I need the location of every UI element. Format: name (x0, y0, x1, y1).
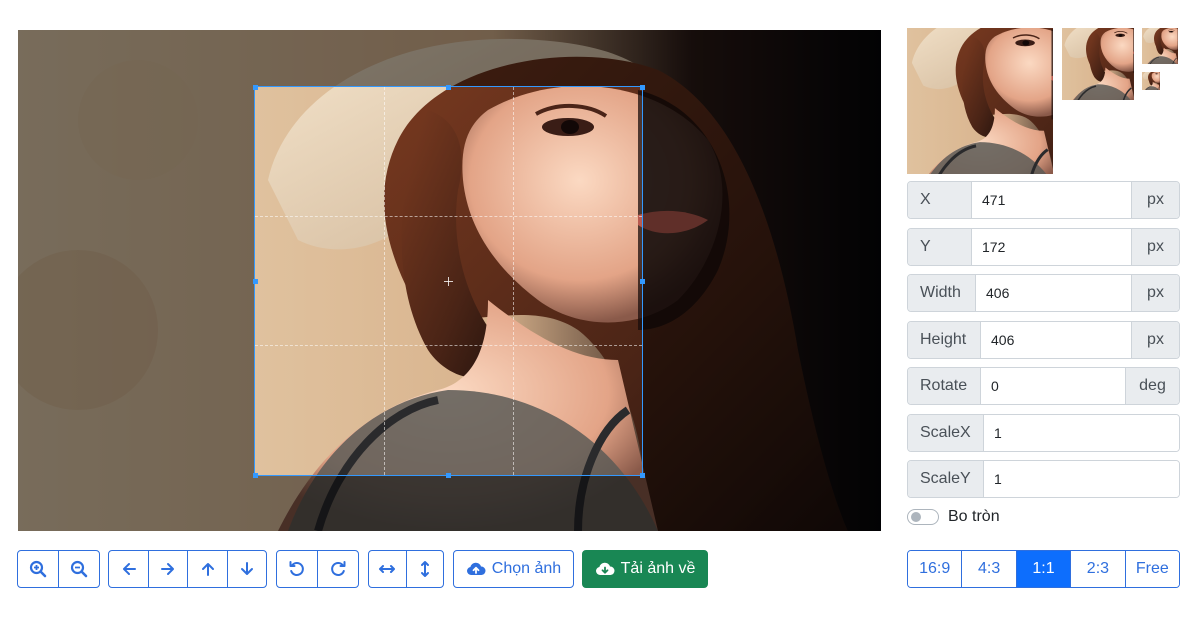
rotate-group (276, 550, 359, 588)
width-label: Width (908, 275, 976, 311)
height-input[interactable]: 406 (981, 322, 1131, 358)
ratio-4-3-button[interactable]: 4:3 (961, 551, 1016, 587)
crop-handle-se[interactable] (640, 473, 645, 478)
rotate-cw-icon (330, 561, 345, 576)
width-input[interactable]: 406 (976, 275, 1131, 311)
rotate-unit: deg (1125, 368, 1179, 404)
crop-handle-w[interactable] (253, 279, 258, 284)
crop-guide-vertical (513, 87, 514, 475)
scaley-input[interactable]: 1 (984, 461, 1179, 497)
arrow-right-icon (161, 563, 175, 575)
flip-vertical-icon (420, 561, 429, 577)
rotate-label: Rotate (908, 368, 981, 404)
y-label: Y (908, 229, 972, 265)
rotate-ccw-icon (289, 561, 304, 576)
zoom-in-icon (29, 560, 47, 578)
flip-group (368, 550, 444, 588)
y-unit: px (1131, 229, 1179, 265)
rotate-right-button[interactable] (317, 551, 357, 587)
x-unit: px (1131, 182, 1179, 218)
preview-large (907, 28, 1053, 174)
ratio-1-1-button[interactable]: 1:1 (1015, 551, 1071, 587)
choose-image-button[interactable]: Chọn ảnh (453, 550, 574, 588)
zoom-group (17, 550, 100, 588)
ratio-2-3-button[interactable]: 2:3 (1070, 551, 1125, 587)
preview-medium (1062, 28, 1134, 100)
arrow-down-icon (240, 562, 253, 575)
scaley-field-group: ScaleY 1 (907, 460, 1180, 498)
move-group (108, 550, 267, 588)
flip-horizontal-icon (379, 565, 396, 573)
height-unit: px (1131, 322, 1179, 358)
zoom-out-icon (70, 560, 87, 578)
crop-center-indicator (444, 277, 453, 286)
flip-horizontal-button[interactable] (369, 551, 406, 587)
zoom-in-button[interactable] (18, 551, 58, 587)
arrow-left-icon (122, 563, 136, 575)
aspect-ratio-group: 16:9 4:3 1:1 2:3 Free (907, 550, 1180, 588)
crop-handle-sw[interactable] (253, 473, 258, 478)
image-cropper-canvas[interactable] (18, 30, 881, 531)
crop-guide-horizontal (255, 216, 642, 217)
cloud-download-icon (595, 562, 615, 575)
y-input[interactable]: 172 (972, 229, 1131, 265)
crop-box[interactable] (254, 86, 643, 476)
rotate-field-group: Rotate 0 deg (907, 367, 1180, 405)
width-field-group: Width 406 px (907, 274, 1180, 312)
move-right-button[interactable] (148, 551, 187, 587)
cloud-upload-icon (466, 562, 486, 575)
rotate-input[interactable]: 0 (981, 368, 1125, 404)
y-field-group: Y 172 px (907, 228, 1180, 266)
ratio-free-button[interactable]: Free (1124, 551, 1179, 587)
crop-handle-n[interactable] (446, 85, 451, 90)
preview-tiny (1142, 72, 1160, 90)
download-image-label: Tải ảnh về (620, 560, 696, 577)
arrow-up-icon (201, 563, 214, 576)
height-field-group: Height 406 px (907, 321, 1180, 359)
move-down-button[interactable] (226, 551, 266, 587)
crop-handle-nw[interactable] (253, 85, 258, 90)
scalex-input[interactable]: 1 (984, 415, 1179, 451)
rotate-left-button[interactable] (277, 551, 317, 587)
download-image-button[interactable]: Tải ảnh về (582, 550, 708, 588)
ratio-16-9-button[interactable]: 16:9 (908, 551, 962, 587)
crop-handle-e[interactable] (640, 279, 645, 284)
flip-vertical-button[interactable] (405, 551, 443, 587)
crop-guide-vertical (384, 87, 385, 475)
choose-image-label: Chọn ảnh (491, 560, 562, 577)
x-input[interactable]: 471 (972, 182, 1131, 218)
move-left-button[interactable] (109, 551, 148, 587)
crop-handle-s[interactable] (446, 473, 451, 478)
width-unit: px (1131, 275, 1179, 311)
move-up-button[interactable] (187, 551, 226, 587)
crop-handle-ne[interactable] (640, 85, 645, 90)
x-label: X (908, 182, 972, 218)
round-toggle-switch[interactable] (907, 509, 939, 525)
zoom-out-button[interactable] (58, 551, 98, 587)
round-toggle-label: Bo tròn (948, 508, 1000, 525)
crop-guide-horizontal (255, 345, 642, 346)
scaley-label: ScaleY (908, 461, 984, 497)
x-field-group: X 471 px (907, 181, 1180, 219)
height-label: Height (908, 322, 981, 358)
round-toggle-row: Bo tròn (907, 508, 1000, 526)
scalex-label: ScaleX (908, 415, 984, 451)
scalex-field-group: ScaleX 1 (907, 414, 1180, 452)
preview-small (1142, 28, 1178, 64)
